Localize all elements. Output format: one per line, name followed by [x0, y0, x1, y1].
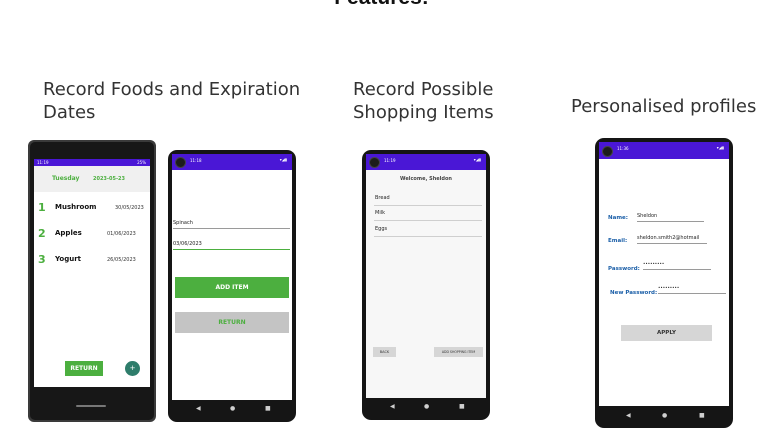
status-bar: 11:19 25% [34, 159, 150, 166]
item-name: Mushroom [55, 203, 97, 211]
email-field[interactable]: sheldon.smith2@hotmail [637, 235, 699, 241]
caption-foods: Record Foods and Expiration Dates [43, 78, 300, 124]
add-item-button[interactable]: ADD ITEM [175, 277, 289, 298]
back-triangle-icon[interactable]: ◀ [196, 405, 201, 412]
caption-shopping-line2: Shopping Items [353, 102, 494, 123]
list-item[interactable]: 3 Yogurt 26/05/2023 [34, 248, 150, 272]
food-name-input[interactable]: Spinach [173, 220, 193, 226]
phone-add-item-screen: 11:18 ▾◢▮ Spinach 03/06/2023 ADD ITEM RE… [172, 154, 292, 400]
password-label: Password: [608, 266, 640, 272]
item-date: 30/05/2023 [115, 205, 144, 211]
signal-battery-icon: ▾◢▮ [716, 145, 724, 150]
status-bar: 11:18 ▾◢▮ [172, 154, 292, 170]
welcome-heading: Welcome, Sheldon [400, 176, 452, 182]
apply-button[interactable]: APPLY [621, 325, 712, 341]
add-fab-button[interactable]: + [125, 361, 140, 376]
recents-square-icon[interactable]: ■ [699, 412, 705, 419]
header-date: 2023-05-23 [93, 176, 125, 182]
caption-foods-line1: Record Foods and Expiration [43, 79, 301, 100]
return-button[interactable]: RETURN [175, 312, 289, 333]
phone-food-list: 11:19 25% Tuesday 2023-05-23 1 Mushroom … [28, 140, 156, 422]
caption-foods-line2: Dates [43, 102, 96, 123]
item-number: 3 [38, 253, 46, 266]
camera-icon [175, 157, 186, 168]
nav-bar: ◀ ● ■ [366, 398, 486, 416]
battery-text: 25% [137, 160, 146, 165]
new-password-field[interactable]: ••••••••• [658, 285, 679, 290]
new-password-label: New Password: [610, 290, 658, 296]
phone-add-item: 11:18 ▾◢▮ Spinach 03/06/2023 ADD ITEM RE… [168, 150, 296, 422]
home-circle-icon[interactable]: ● [662, 412, 667, 419]
return-button[interactable]: RETURN [65, 361, 103, 376]
home-circle-icon[interactable]: ● [230, 405, 235, 412]
add-shopping-item-button[interactable]: ADD SHOPPING ITEM [434, 347, 483, 357]
name-field[interactable]: Sheldon [637, 213, 657, 219]
nav-bar: ◀ ● ■ [599, 407, 729, 424]
back-button[interactable]: BACK [373, 347, 396, 357]
shopping-item[interactable]: Eggs [375, 226, 387, 232]
caption-shopping-line1: Record Possible [353, 79, 494, 100]
password-field[interactable]: ••••••••• [643, 261, 664, 266]
caption-profiles: Personalised profiles [571, 96, 757, 117]
status-bar: 11:19 ▾◢▮ [366, 154, 486, 170]
shopping-item[interactable]: Milk [375, 210, 385, 216]
list-item[interactable]: 2 Apples 01/06/2023 [34, 222, 150, 246]
camera-icon [369, 157, 380, 168]
back-triangle-icon[interactable]: ◀ [626, 412, 631, 419]
shopping-item[interactable]: Bread [375, 195, 390, 201]
home-circle-icon[interactable]: ● [424, 403, 429, 410]
phone-shopping-screen: 11:19 ▾◢▮ Welcome, Sheldon Bread Milk Eg… [366, 154, 486, 398]
list-item[interactable]: 1 Mushroom 30/05/2023 [34, 196, 150, 220]
status-time: 11:19 [384, 158, 396, 163]
header-day: Tuesday [52, 175, 80, 182]
status-time: 11:19 [37, 160, 49, 165]
name-label: Name: [608, 215, 628, 221]
back-triangle-icon[interactable]: ◀ [390, 403, 395, 410]
phone-food-list-screen: 11:19 25% Tuesday 2023-05-23 1 Mushroom … [34, 159, 150, 387]
home-indicator [76, 405, 106, 407]
camera-icon [602, 146, 613, 157]
phone-shopping: 11:19 ▾◢▮ Welcome, Sheldon Bread Milk Eg… [362, 150, 490, 420]
expiry-date-input[interactable]: 03/06/2023 [173, 241, 202, 247]
caption-shopping: Record Possible Shopping Items [353, 78, 494, 124]
item-number: 2 [38, 227, 46, 240]
item-name: Apples [55, 229, 82, 237]
nav-bar: ◀ ● ■ [172, 400, 292, 418]
date-header: Tuesday 2023-05-23 [34, 166, 150, 192]
item-name: Yogurt [55, 255, 82, 263]
signal-battery-icon: ▾◢▮ [473, 157, 481, 162]
phone-profile: 11:36 ▾◢▮ Name: Sheldon Email: sheldon.s… [595, 138, 733, 428]
item-number: 1 [38, 201, 46, 214]
item-date: 01/06/2023 [107, 231, 136, 237]
status-time: 11:18 [190, 158, 202, 163]
page-title: Features: [0, 0, 763, 10]
recents-square-icon[interactable]: ■ [265, 405, 271, 412]
status-bar: 11:36 ▾◢▮ [599, 142, 729, 159]
email-label: Email: [608, 238, 628, 244]
status-time: 11:36 [617, 146, 629, 151]
item-date: 26/05/2023 [107, 257, 136, 263]
phone-profile-screen: 11:36 ▾◢▮ Name: Sheldon Email: sheldon.s… [599, 142, 729, 406]
signal-battery-icon: ▾◢▮ [279, 157, 287, 162]
recents-square-icon[interactable]: ■ [459, 403, 465, 410]
